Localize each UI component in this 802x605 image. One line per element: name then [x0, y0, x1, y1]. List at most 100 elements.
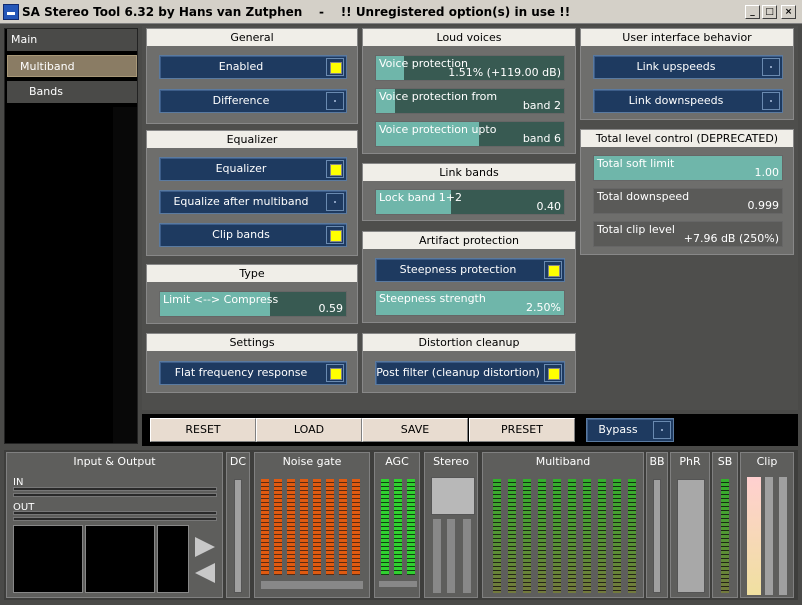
- meters-area: Input & Output IN OUT DC Noise gate AGC: [4, 450, 798, 600]
- reset-button[interactable]: RESET: [150, 418, 256, 442]
- clip-bar-3: [779, 477, 787, 595]
- link-downspeeds-button[interactable]: Link downspeeds: [593, 89, 783, 113]
- equalizer-indicator: [326, 160, 344, 178]
- agc-slider[interactable]: [379, 581, 417, 587]
- flat-frequency-indicator: [326, 364, 344, 382]
- noise-gate-bar: [339, 479, 347, 575]
- voice-protection-slider[interactable]: Voice protection 1.51% (+119.00 dB): [375, 55, 565, 81]
- multiband-bar: [508, 479, 516, 593]
- window-title: SA Stereo Tool 6.32 by Hans van Zutphen …: [22, 5, 571, 19]
- noise-gate-slider[interactable]: [261, 581, 363, 589]
- total-soft-limit-slider[interactable]: Total soft limit 1.00: [593, 155, 783, 181]
- side-nav: Main Multiband Compressor Bands: [4, 28, 138, 444]
- agc-bar: [407, 479, 415, 575]
- lock-band-slider[interactable]: Lock band 1+2 0.40: [375, 189, 565, 215]
- meter-sb: SB: [712, 452, 738, 598]
- total-downspeed-slider[interactable]: Total downspeed 0.999: [593, 188, 783, 214]
- post-filter-button[interactable]: Post filter (cleanup distortion): [375, 361, 565, 385]
- noise-gate-bar: [313, 479, 321, 575]
- nav-scrollbar[interactable]: [113, 107, 137, 443]
- noise-gate-bar: [326, 479, 334, 575]
- difference-button[interactable]: Difference: [159, 89, 347, 113]
- save-button[interactable]: SAVE: [362, 418, 468, 442]
- button-label: Equalize after multiband: [173, 195, 309, 208]
- meter-noise-gate: Noise gate: [254, 452, 370, 598]
- meter-title: Clip: [756, 455, 778, 468]
- nav-item-main[interactable]: Main: [7, 29, 137, 51]
- out-meter-right: [13, 517, 217, 521]
- scope-right: [85, 525, 155, 593]
- maximize-button[interactable]: □: [762, 5, 777, 19]
- panel-general: General Enabled Difference: [146, 28, 358, 124]
- noise-gate-bar: [352, 479, 360, 575]
- meter-stereo: Stereo: [424, 452, 478, 598]
- panel-total-level-control: Total level control (DEPRECATED) Total s…: [580, 129, 794, 255]
- noise-gate-bar: [261, 479, 269, 575]
- multiband-bar: [628, 479, 636, 593]
- meter-agc: AGC: [374, 452, 420, 598]
- noise-gate-bar: [300, 479, 308, 575]
- nav-item-multiband-compressor[interactable]: Multiband Compressor: [7, 55, 137, 95]
- dc-bar: [234, 479, 242, 593]
- button-label: Link downspeeds: [628, 94, 724, 107]
- meter-title: PhR: [679, 455, 701, 468]
- steepness-indicator: [544, 261, 562, 279]
- steepness-strength-slider[interactable]: Steepness strength 2.50%: [375, 290, 565, 316]
- bypass-button[interactable]: Bypass: [586, 418, 674, 442]
- equalizer-button[interactable]: Equalizer: [159, 157, 347, 181]
- equalize-after-multiband-button[interactable]: Equalize after multiband: [159, 190, 347, 214]
- panel-distortion-cleanup: Distortion cleanup Post filter (cleanup …: [362, 333, 576, 393]
- agc-bar: [394, 479, 402, 575]
- minimize-button[interactable]: _: [745, 5, 760, 19]
- meter-title: Noise gate: [282, 455, 342, 468]
- meter-clip: Clip: [740, 452, 794, 598]
- button-label: Clip bands: [212, 228, 270, 241]
- title-bar: SA Stereo Tool 6.32 by Hans van Zutphen …: [0, 0, 802, 24]
- noise-gate-bar: [287, 479, 295, 575]
- total-clip-level-slider[interactable]: Total clip level +7.96 dB (250%): [593, 221, 783, 247]
- clip-bands-button[interactable]: Clip bands: [159, 223, 347, 247]
- panel-title: Total level control (DEPRECATED): [581, 130, 793, 147]
- meter-phr: PhR: [670, 452, 710, 598]
- meter-dc: DC: [226, 452, 250, 598]
- meter-bb: BB: [646, 452, 668, 598]
- meter-input-output: Input & Output IN OUT: [6, 452, 223, 598]
- link-upspeeds-indicator: [762, 58, 780, 76]
- slider-label: Total downspeed: [597, 190, 690, 203]
- slider-label: Steepness strength: [379, 292, 486, 305]
- limit-compress-slider[interactable]: Limit <--> Compress 0.59: [159, 291, 347, 317]
- panel-title: Equalizer: [147, 131, 357, 148]
- app-window: SA Stereo Tool 6.32 by Hans van Zutphen …: [0, 0, 802, 605]
- bb-bar: [653, 479, 661, 593]
- panel-title: Settings: [147, 334, 357, 351]
- stereo-bar-1: [433, 519, 441, 593]
- multiband-bar: [583, 479, 591, 593]
- slider-value: 0.59: [318, 302, 344, 315]
- meter-title: SB: [717, 455, 733, 468]
- flat-frequency-response-button[interactable]: Flat frequency response: [159, 361, 347, 385]
- load-button[interactable]: LOAD: [256, 418, 362, 442]
- close-button[interactable]: ×: [781, 5, 796, 19]
- meter-title: BB: [649, 455, 665, 468]
- nav-item-bands[interactable]: Bands: [7, 81, 137, 103]
- main-panel: General Enabled Difference Equalizer Equ…: [142, 26, 798, 410]
- steepness-protection-button[interactable]: Steepness protection: [375, 258, 565, 282]
- slider-value: band 6: [522, 132, 561, 145]
- panel-loud-voices: Loud voices Voice protection 1.51% (+119…: [362, 28, 576, 154]
- voice-protection-from-slider[interactable]: Voice protection from band 2: [375, 88, 565, 114]
- slider-value: 0.999: [747, 199, 780, 212]
- voice-protection-upto-slider[interactable]: Voice protection upto band 6: [375, 121, 565, 147]
- in-meter: [13, 487, 217, 491]
- panel-title: Loud voices: [363, 29, 575, 46]
- enabled-button[interactable]: Enabled: [159, 55, 347, 79]
- panel-settings: Settings Flat frequency response: [146, 333, 358, 393]
- slider-label: Total clip level: [597, 223, 675, 236]
- nav-list-area: [7, 107, 111, 443]
- preset-button[interactable]: PRESET: [469, 418, 575, 442]
- slider-label: Limit <--> Compress: [163, 293, 279, 306]
- slider-value: 1.00: [754, 166, 780, 179]
- clip-bar-2: [765, 477, 773, 595]
- link-upspeeds-button[interactable]: Link upspeeds: [593, 55, 783, 79]
- button-label: Link upspeeds: [636, 60, 716, 73]
- multiband-bar: [493, 479, 501, 593]
